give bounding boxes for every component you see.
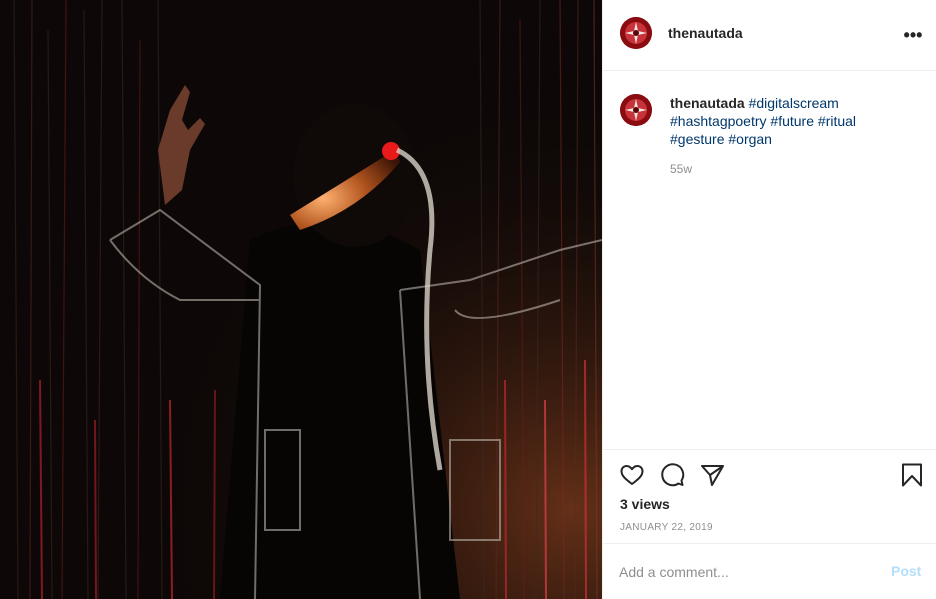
header-username[interactable]: thenautada	[668, 25, 743, 41]
more-options-icon[interactable]: •••	[901, 24, 925, 46]
post-details-panel: thenautada ••• thenautada #digitalscream…	[602, 0, 936, 599]
bookmark-icon	[902, 463, 922, 487]
caption-timestamp[interactable]: 55w	[670, 162, 692, 176]
hashtag-link[interactable]: #gesture	[670, 131, 724, 147]
caption-username[interactable]: thenautada	[670, 95, 745, 111]
caption-avatar[interactable]	[620, 94, 652, 126]
hashtag-link[interactable]: #organ	[728, 131, 772, 147]
like-button[interactable]	[618, 461, 646, 489]
comment-input[interactable]	[619, 562, 879, 582]
view-count[interactable]: 3 views	[620, 496, 670, 512]
comment-button[interactable]	[658, 461, 686, 489]
avatar-image-icon	[620, 17, 652, 49]
post-comment-button[interactable]: Post	[891, 563, 921, 579]
caption-text: thenautada #digitalscream #hashtagpoetry…	[670, 94, 910, 148]
video-frame-illustration	[0, 0, 602, 599]
comment-icon	[661, 463, 685, 487]
paper-plane-icon	[701, 465, 724, 486]
avatar-image-icon	[620, 94, 652, 126]
post-header: thenautada •••	[603, 0, 936, 71]
post-date[interactable]: JANUARY 22, 2019	[620, 522, 713, 533]
post-media-video[interactable]	[0, 0, 602, 599]
hashtag-link[interactable]: #future	[770, 113, 814, 129]
avatar[interactable]	[620, 17, 652, 49]
post-actions: 3 views JANUARY 22, 2019	[603, 449, 936, 543]
hashtag-link[interactable]: #hashtagpoetry	[670, 113, 767, 129]
hashtag-link[interactable]: #ritual	[818, 113, 856, 129]
save-button[interactable]	[898, 461, 926, 489]
hashtag-link[interactable]: #digitalscream	[749, 95, 839, 111]
heart-icon	[620, 465, 644, 485]
share-button[interactable]	[698, 461, 726, 489]
comment-bar: Post	[603, 543, 936, 599]
